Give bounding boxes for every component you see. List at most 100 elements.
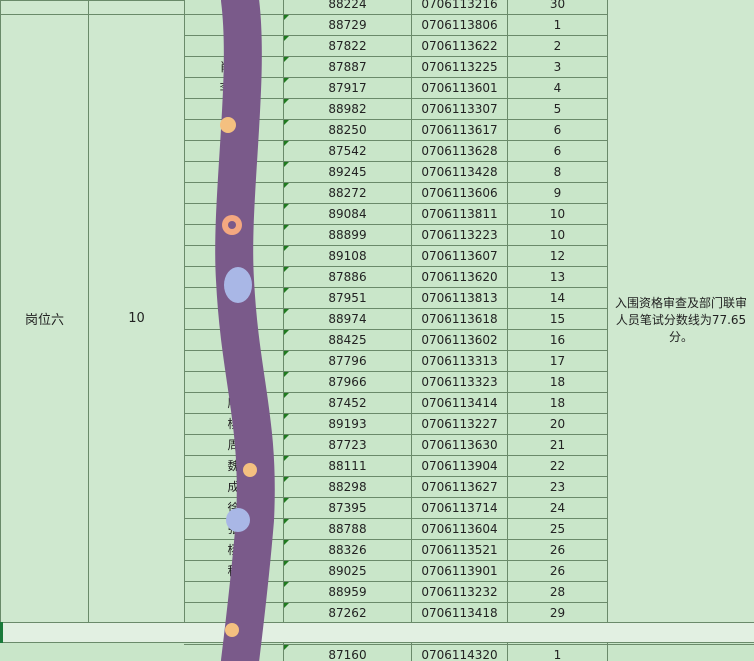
cell-rank[interactable]: 26 — [508, 561, 608, 581]
cell-ticket[interactable]: 0706113813 — [412, 288, 508, 308]
cell-rank[interactable]: 5 — [508, 99, 608, 119]
cell-rank[interactable]: 30 — [508, 0, 608, 14]
cell-id[interactable]: 87723 — [284, 435, 412, 455]
cell-ticket[interactable]: 0706113323 — [412, 372, 508, 392]
cell-ticket[interactable]: 0706113223 — [412, 225, 508, 245]
top-left-cell[interactable] — [0, 0, 89, 15]
cell-rank[interactable]: 21 — [508, 435, 608, 455]
cell-id[interactable]: 88250 — [284, 120, 412, 140]
cell-ticket[interactable]: 0706113307 — [412, 99, 508, 119]
cell-ticket[interactable]: 0706113313 — [412, 351, 508, 371]
cell-id[interactable]: 88982 — [284, 99, 412, 119]
cell-id[interactable]: 87822 — [284, 36, 412, 56]
cell-ticket[interactable]: 0706113628 — [412, 141, 508, 161]
cell-ticket[interactable]: 0706113901 — [412, 561, 508, 581]
cell-rank[interactable]: 8 — [508, 162, 608, 182]
count-cell[interactable]: 10 — [88, 14, 185, 623]
cell-ticket[interactable]: 0706113806 — [412, 15, 508, 35]
cell-ticket[interactable]: 0706113714 — [412, 498, 508, 518]
cell-id[interactable]: 88298 — [284, 477, 412, 497]
cell-rank[interactable]: 3 — [508, 57, 608, 77]
cell-ticket[interactable]: 0706113627 — [412, 477, 508, 497]
cell-rank[interactable]: 14 — [508, 288, 608, 308]
cell-ticket[interactable]: 0706113227 — [412, 414, 508, 434]
cell-rank[interactable]: 20 — [508, 414, 608, 434]
cell-rank[interactable]: 17 — [508, 351, 608, 371]
cell-ticket[interactable]: 0706113428 — [412, 162, 508, 182]
cell-ticket[interactable]: 0706113811 — [412, 204, 508, 224]
position-cell[interactable]: 岗位六 — [0, 14, 89, 623]
cell-ticket[interactable]: 0706113602 — [412, 330, 508, 350]
cell-ticket[interactable]: 0706113607 — [412, 246, 508, 266]
cell-ticket[interactable]: 0706113216 — [412, 0, 508, 14]
cell-id[interactable]: 87452 — [284, 393, 412, 413]
cell-ticket[interactable]: 0706113414 — [412, 393, 508, 413]
cell-ticket[interactable]: 0706113225 — [412, 57, 508, 77]
cell-rank[interactable]: 24 — [508, 498, 608, 518]
cell-rank[interactable]: 18 — [508, 393, 608, 413]
cell-rank[interactable]: 18 — [508, 372, 608, 392]
cell-id[interactable]: 88788 — [284, 519, 412, 539]
cell-ticket[interactable]: 0706113617 — [412, 120, 508, 140]
cell-id[interactable]: 87542 — [284, 141, 412, 161]
cell-id[interactable]: 89108 — [284, 246, 412, 266]
cell-rank[interactable]: 9 — [508, 183, 608, 203]
cell-id[interactable]: 89193 — [284, 414, 412, 434]
cell-rank[interactable]: 2 — [508, 36, 608, 56]
cell-id[interactable]: 87395 — [284, 498, 412, 518]
cell-id[interactable]: 87262 — [284, 603, 412, 623]
cell-id[interactable]: 87796 — [284, 351, 412, 371]
cell-ticket[interactable]: 0706113630 — [412, 435, 508, 455]
cell-id[interactable]: 88111 — [284, 456, 412, 476]
cell-id[interactable]: 88974 — [284, 309, 412, 329]
top-count-cell[interactable] — [88, 0, 185, 15]
cell-id[interactable]: 88899 — [284, 225, 412, 245]
cell-rank[interactable]: 6 — [508, 120, 608, 140]
cell-rank[interactable]: 25 — [508, 519, 608, 539]
cell-ticket[interactable]: 0706114320 — [412, 645, 508, 661]
cell-ticket[interactable]: 0706113618 — [412, 309, 508, 329]
cell-ticket[interactable]: 0706113904 — [412, 456, 508, 476]
cell-id[interactable]: 87966 — [284, 372, 412, 392]
cell-rank[interactable]: 4 — [508, 78, 608, 98]
cell-ticket[interactable]: 0706113521 — [412, 540, 508, 560]
cell-ticket[interactable]: 0706113232 — [412, 582, 508, 602]
cell-id[interactable]: 87887 — [284, 57, 412, 77]
cell-rank[interactable]: 1 — [508, 15, 608, 35]
cell-rank[interactable]: 1 — [508, 645, 608, 661]
cell-id[interactable]: 88425 — [284, 330, 412, 350]
cell-id[interactable]: 87886 — [284, 267, 412, 287]
cell-id[interactable]: 88326 — [284, 540, 412, 560]
cell-ticket[interactable]: 0706113606 — [412, 183, 508, 203]
cell-id[interactable]: 87160 — [284, 645, 412, 661]
cell-id[interactable]: 88729 — [284, 15, 412, 35]
cell-rank[interactable]: 29 — [508, 603, 608, 623]
cell-id[interactable]: 89245 — [284, 162, 412, 182]
cell-ticket[interactable]: 0706113620 — [412, 267, 508, 287]
selected-row[interactable] — [0, 622, 754, 643]
cell-id[interactable]: 89084 — [284, 204, 412, 224]
cell-rank[interactable]: 10 — [508, 204, 608, 224]
cell-rank[interactable]: 16 — [508, 330, 608, 350]
cell-id[interactable]: 87951 — [284, 288, 412, 308]
cell-rank[interactable]: 23 — [508, 477, 608, 497]
cell-id[interactable]: 88272 — [284, 183, 412, 203]
cell-rank[interactable]: 13 — [508, 267, 608, 287]
cell-ticket[interactable]: 0706113418 — [412, 603, 508, 623]
cell-id[interactable]: 87917 — [284, 78, 412, 98]
cell-ticket[interactable]: 0706113601 — [412, 78, 508, 98]
cell-ticket[interactable]: 0706113622 — [412, 36, 508, 56]
cell-id[interactable]: 88224 — [284, 0, 412, 14]
cell-cursor — [0, 622, 3, 643]
note-cell[interactable]: 入围资格审查及部门联审人员笔试分数线为77.65分。 — [607, 0, 754, 640]
cell-rank[interactable]: 22 — [508, 456, 608, 476]
cell-rank[interactable]: 15 — [508, 309, 608, 329]
cell-id[interactable]: 89025 — [284, 561, 412, 581]
cell-rank[interactable]: 26 — [508, 540, 608, 560]
cell-rank[interactable]: 6 — [508, 141, 608, 161]
cell-rank[interactable]: 10 — [508, 225, 608, 245]
cell-id[interactable]: 88959 — [284, 582, 412, 602]
cell-ticket[interactable]: 0706113604 — [412, 519, 508, 539]
cell-rank[interactable]: 12 — [508, 246, 608, 266]
cell-rank[interactable]: 28 — [508, 582, 608, 602]
